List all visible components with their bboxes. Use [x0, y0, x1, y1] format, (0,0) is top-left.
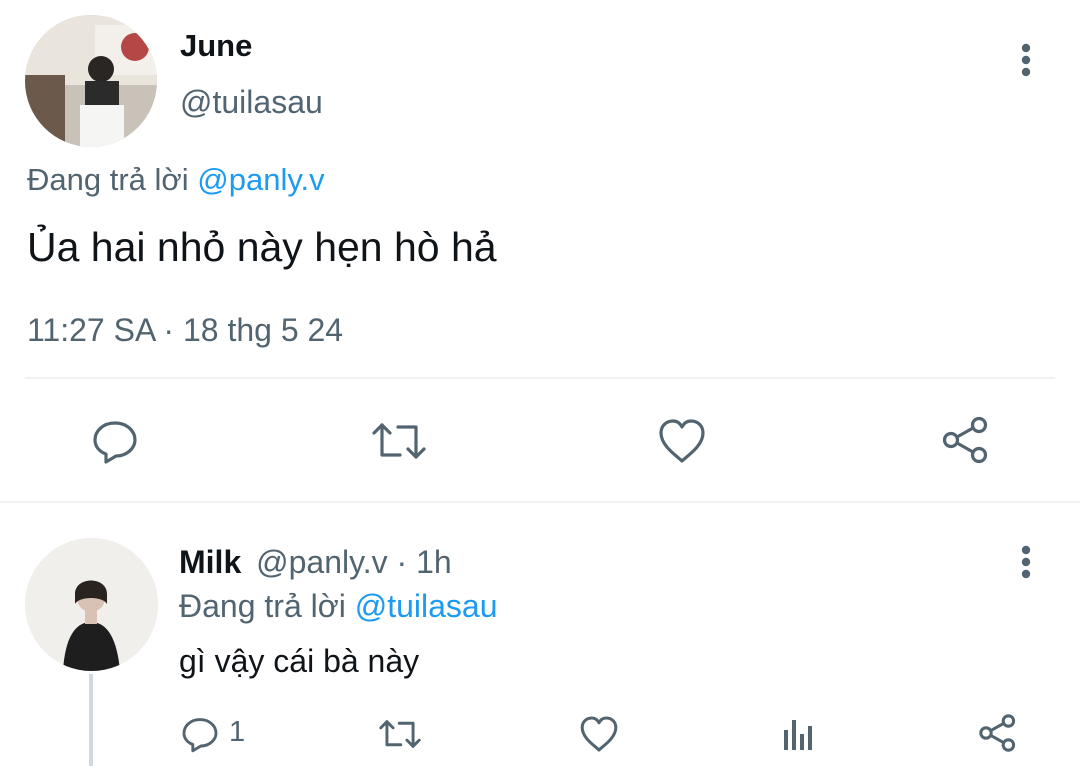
- reply-prefix-2: Đang trả lời: [179, 588, 346, 624]
- tweet-text: Ủa hai nhỏ này hẹn hò hả: [27, 224, 497, 270]
- reply-author-handle[interactable]: @panly.v: [256, 544, 388, 580]
- thread-line: [89, 674, 93, 766]
- reply-like-icon[interactable]: [576, 712, 622, 756]
- reply-prefix: Đang trả lời: [27, 162, 189, 197]
- author-name[interactable]: June: [180, 28, 252, 64]
- reply-text: gì vậy cái bà này: [179, 643, 420, 679]
- reply-icon[interactable]: [88, 414, 142, 468]
- reply-to-link-2[interactable]: @tuilasau: [355, 588, 498, 624]
- analytics-icon[interactable]: [778, 712, 818, 756]
- section-divider: [0, 501, 1080, 503]
- reply-header: Milk @panly.v · 1h: [179, 544, 452, 581]
- avatar-milk[interactable]: [25, 538, 158, 671]
- share-icon[interactable]: [938, 412, 994, 468]
- reply-context-2: Đang trả lời @tuilasau: [179, 588, 498, 625]
- retweet-icon[interactable]: [370, 414, 428, 468]
- reply-more-options-icon[interactable]: [1006, 540, 1046, 584]
- reply-context: Đang trả lời @panly.v: [27, 162, 325, 198]
- reply-time[interactable]: 1h: [416, 544, 452, 580]
- reply-reply-icon[interactable]: [178, 712, 222, 756]
- like-icon[interactable]: [654, 414, 710, 468]
- reply-count: 1: [229, 716, 246, 748]
- reply-to-link[interactable]: @panly.v: [197, 162, 324, 197]
- reply-share-icon[interactable]: [976, 710, 1020, 756]
- more-options-icon[interactable]: [1006, 38, 1046, 82]
- author-handle[interactable]: @tuilasau: [180, 84, 323, 121]
- divider: [25, 377, 1055, 379]
- tweet-timestamp[interactable]: 11:27 SA · 18 thg 5 24: [27, 312, 343, 349]
- avatar-june[interactable]: [25, 15, 157, 147]
- time-separator: ·: [396, 544, 408, 580]
- reply-retweet-icon[interactable]: [376, 712, 424, 756]
- reply-author-name[interactable]: Milk: [179, 544, 241, 580]
